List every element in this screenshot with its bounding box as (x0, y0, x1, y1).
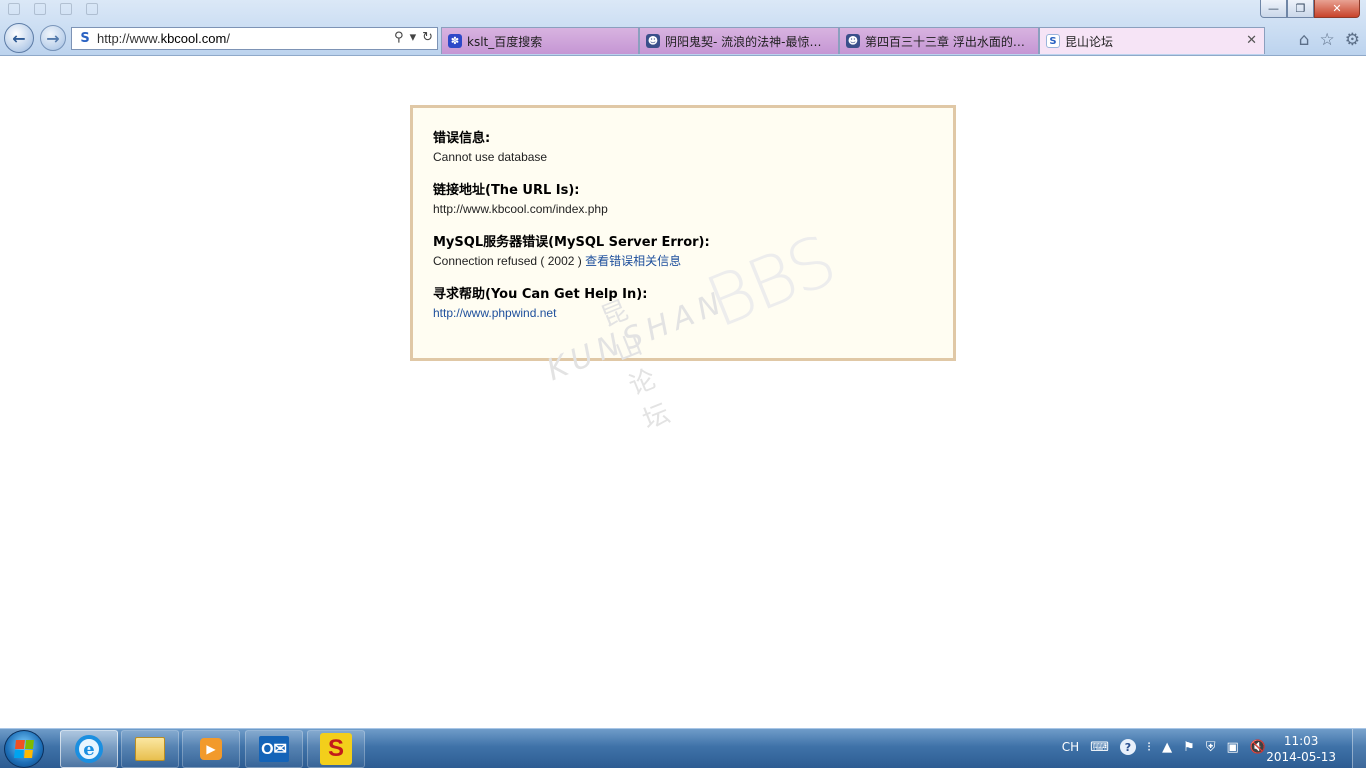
page-content: 错误信息: Cannot use database 链接地址(The URL I… (0, 56, 1366, 728)
save-icon (34, 3, 46, 15)
taskbar-app-explorer[interactable] (121, 730, 179, 768)
tab-label: 昆山论坛 (1065, 34, 1114, 49)
s-app-icon: S (320, 733, 352, 765)
tab-kunshan-forum[interactable]: S 昆山论坛 ✕ (1039, 27, 1265, 54)
tab-novel-2[interactable]: ☻ 第四百三十三章 浮出水面的黑... (839, 27, 1039, 54)
page-icon (8, 3, 20, 15)
show-desktop-button[interactable] (1352, 729, 1366, 769)
folder-icon (135, 737, 165, 761)
help-body: http://www.phpwind.net (433, 304, 933, 322)
search-icon[interactable]: ⚲ (394, 30, 404, 45)
help-icon[interactable]: ? (1119, 739, 1136, 755)
address-tools: ⚲ ▾ ↻ (394, 30, 433, 45)
start-button[interactable] (4, 730, 44, 768)
tab-strip: ✽ kslt_百度搜索 ☻ 阴阳鬼契- 流浪的法神-最惊悚-... ☻ 第四百三… (441, 27, 1265, 54)
help-section: 寻求帮助(You Can Get Help In): http://www.ph… (433, 286, 933, 322)
taskbar-app-media[interactable]: ▶ (182, 730, 240, 768)
favorites-star-icon[interactable]: ☆ (1320, 30, 1335, 50)
taskbar-app-s[interactable]: S (307, 730, 365, 768)
media-player-icon: ▶ (200, 738, 222, 760)
mysql-error-title: MySQL服务器错误(MySQL Server Error): (433, 235, 710, 250)
taskbar: e ▶ O✉ S CH ⌨ ? ⁝ ▲ ⚑ ⛨ ▣ 🔇 11:03 2014-0… (0, 728, 1366, 769)
site-favicon-icon: S (80, 30, 90, 46)
mysql-error-text: Connection refused ( 2002 ) (433, 254, 582, 268)
address-url[interactable]: http://www.kbcool.com/ (97, 31, 230, 46)
arrow-left-icon: ← (12, 28, 26, 48)
clock-date: 2014-05-13 (1266, 750, 1336, 764)
minimize-button[interactable]: — (1260, 0, 1287, 18)
browser-chrome: — ❐ ✕ ← → S http://www.kbcool.com/ ⚲ ▾ ↻… (0, 0, 1366, 56)
error-message-box: 错误信息: Cannot use database 链接地址(The URL I… (410, 105, 956, 361)
ie-icon: e (75, 735, 103, 763)
address-bar[interactable]: S http://www.kbcool.com/ ⚲ ▾ ↻ (71, 27, 438, 50)
phpwind-link[interactable]: http://www.phpwind.net (433, 306, 556, 320)
refresh-icon[interactable]: ↻ (422, 30, 433, 45)
network-icon[interactable]: ▣ (1227, 740, 1239, 755)
outlook-icon: O✉ (259, 736, 289, 762)
action-center-flag-icon[interactable]: ⚑ (1183, 740, 1195, 755)
skull-icon: ☻ (846, 34, 860, 48)
window-controls: — ❐ ✕ (1260, 0, 1360, 18)
baidu-paw-icon: ✽ (448, 34, 462, 48)
tab-label: kslt_百度搜索 (467, 34, 543, 49)
show-hidden-icons-icon[interactable]: ▲ (1162, 740, 1172, 755)
mysql-error-section: MySQL服务器错误(MySQL Server Error): Connecti… (433, 234, 933, 270)
error-info-title: 错误信息: (433, 131, 491, 146)
forward-button[interactable]: → (40, 25, 66, 51)
volume-muted-icon[interactable]: 🔇 (1250, 740, 1266, 755)
security-icon[interactable]: ⛨ (1206, 740, 1216, 755)
taskbar-app-outlook[interactable]: O✉ (245, 730, 303, 768)
tab-novel-1[interactable]: ☻ 阴阳鬼契- 流浪的法神-最惊悚-... (639, 27, 839, 54)
undo-icon (60, 3, 72, 15)
error-info-text: Cannot use database (433, 150, 548, 164)
restore-button[interactable]: ❐ (1287, 0, 1314, 18)
tools-gear-icon[interactable]: ⚙ (1345, 30, 1360, 50)
mysql-error-body: Connection refused ( 2002 ) 查看错误相关信息 (433, 252, 933, 270)
dropdown-chevron-icon[interactable]: ▾ (410, 30, 417, 45)
keyboard-icon[interactable]: ⌨ (1090, 740, 1109, 755)
home-icon[interactable]: ⌂ (1299, 30, 1310, 50)
language-indicator[interactable]: CH (1062, 740, 1079, 754)
arrow-right-icon: → (46, 28, 60, 48)
url-text: http://www.kbcool.com/index.php (433, 202, 608, 216)
tab-baidu-search[interactable]: ✽ kslt_百度搜索 (441, 27, 639, 54)
system-tray: CH ⌨ ? ⁝ ▲ ⚑ ⛨ ▣ 🔇 (1062, 739, 1266, 755)
clock-time: 11:03 (1283, 734, 1319, 748)
clock[interactable]: 11:03 2014-05-13 (1266, 733, 1336, 765)
error-details-link[interactable]: 查看错误相关信息 (585, 254, 681, 268)
url-section: 链接地址(The URL Is): http://www.kbcool.com/… (433, 182, 933, 218)
site-s-icon: S (1046, 34, 1060, 48)
tab-label: 阴阳鬼契- 流浪的法神-最惊悚-... (665, 34, 832, 49)
taskbar-app-ie[interactable]: e (60, 730, 118, 768)
back-button[interactable]: ← (4, 23, 34, 53)
close-button[interactable]: ✕ (1314, 0, 1360, 18)
tab-close-icon[interactable]: ✕ (1246, 33, 1257, 48)
quick-access-toolbar (8, 3, 98, 15)
skull-icon: ☻ (646, 34, 660, 48)
url-title: 链接地址(The URL Is): (433, 183, 580, 198)
print-icon (86, 3, 98, 15)
browser-toolbar-right: ⌂ ☆ ⚙ (1299, 30, 1360, 50)
tab-label: 第四百三十三章 浮出水面的黑... (865, 34, 1032, 49)
windows-logo-icon (14, 740, 34, 758)
ime-options-icon[interactable]: ⁝ (1147, 740, 1151, 755)
error-info-section: 错误信息: Cannot use database (433, 130, 933, 166)
help-title: 寻求帮助(You Can Get Help In): (433, 287, 648, 302)
